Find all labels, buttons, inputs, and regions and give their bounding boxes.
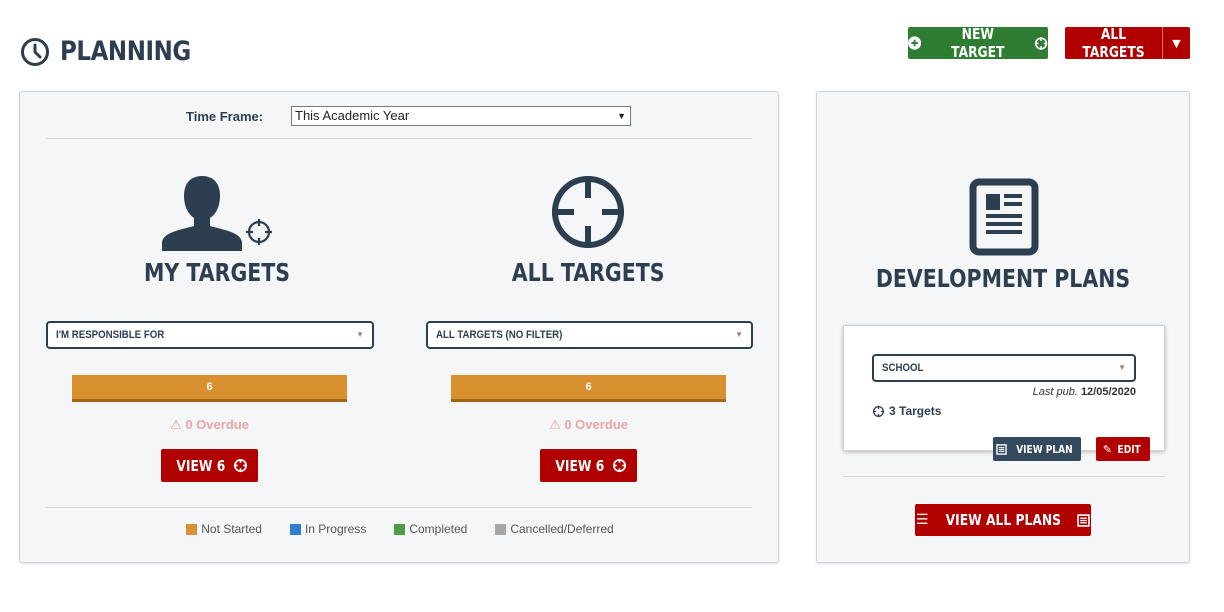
document-small-icon — [1077, 513, 1090, 527]
timeframe-select[interactable]: This Academic Year ▼ — [291, 106, 631, 126]
select-arrow-icon: ▼ — [356, 330, 364, 339]
legend-label: In Progress — [304, 522, 367, 536]
all-targets-main[interactable]: ALL TARGETS — [1065, 25, 1162, 61]
all-targets-filter-value: ALL TARGETS (NO FILTER) — [436, 329, 563, 341]
crosshair-icon — [233, 458, 247, 473]
view-all-plans-button[interactable]: ☰ VIEW ALL PLANS — [915, 504, 1091, 536]
caret-down-icon[interactable]: ▼ — [1163, 27, 1190, 59]
legend-item-not-started: Not Started — [186, 522, 262, 536]
view-my-targets-label: VIEW 6 — [176, 456, 226, 475]
legend-swatch — [495, 523, 507, 535]
plan-targets-count-text: 3 Targets — [889, 404, 942, 418]
crosshair-icon — [1034, 36, 1048, 50]
my-targets-progress-bar[interactable]: 6 — [72, 375, 347, 402]
plan-select[interactable]: SCHOOL ▼ — [872, 354, 1136, 382]
clock-icon — [21, 37, 49, 66]
legend-item-cancelled-deferred: Cancelled/Deferred — [495, 522, 614, 536]
plan-targets-count: 3 Targets — [872, 404, 941, 418]
targets-panel: Time Frame: This Academic Year ▼ MY TARG… — [19, 91, 779, 563]
list-icon: ☰ — [915, 512, 929, 528]
last-pub-date: 12/05/2020 — [1080, 386, 1136, 398]
last-pub-label: Last pub. — [1032, 386, 1078, 398]
divider — [46, 138, 752, 139]
edit-plan-label: EDIT — [1117, 442, 1141, 456]
legend-item-completed: Completed — [394, 522, 467, 536]
plan-select-value: SCHOOL — [882, 362, 924, 374]
timeframe-row: Time Frame: This Academic Year ▼ — [20, 106, 780, 128]
select-arrow-icon: ▼ — [617, 111, 626, 121]
page-title: PLANNING — [60, 36, 191, 67]
user-target-icon — [162, 176, 272, 251]
timeframe-value: This Academic Year — [295, 108, 410, 123]
crosshair-icon — [872, 405, 885, 417]
development-plans-panel: DEVELOPMENT PLANS SCHOOL ▼ Last pub. 12/… — [816, 91, 1190, 563]
all-targets-overdue-text: 0 Overdue — [564, 417, 628, 432]
all-targets-overdue: ⚠ 0 Overdue — [451, 417, 726, 433]
legend-swatch — [394, 523, 406, 535]
all-targets-filter-select[interactable]: ALL TARGETS (NO FILTER) ▼ — [426, 321, 753, 349]
document-icon — [969, 178, 1039, 256]
warning-icon: ⚠ — [549, 417, 561, 432]
plus-circle-icon — [908, 36, 922, 50]
plan-card: SCHOOL ▼ Last pub. 12/05/2020 3 Targets … — [843, 325, 1165, 461]
all-targets-progress-count: 6 — [585, 381, 592, 393]
timeframe-label: Time Frame: — [186, 109, 264, 124]
select-arrow-icon: ▼ — [1118, 363, 1126, 372]
new-target-button[interactable]: NEW TARGET — [908, 25, 1048, 61]
my-targets-filter-value: I'M RESPONSIBLE FOR — [56, 329, 165, 341]
legend-swatch — [289, 523, 301, 535]
pencil-icon: ✎ — [1102, 442, 1112, 456]
edit-plan-button[interactable]: ✎ EDIT — [1096, 437, 1150, 461]
warning-icon: ⚠ — [170, 417, 182, 432]
development-plans-title: DEVELOPMENT PLANS — [875, 264, 1131, 293]
my-targets-filter-select[interactable]: I'M RESPONSIBLE FOR ▼ — [46, 321, 374, 349]
my-targets-overdue: ⚠ 0 Overdue — [72, 417, 347, 433]
view-plan-button[interactable]: VIEW PLAN — [993, 437, 1081, 461]
view-plan-label: VIEW PLAN — [1015, 442, 1073, 456]
my-targets-progress-count: 6 — [206, 381, 213, 393]
legend-label: Cancelled/Deferred — [510, 522, 614, 536]
divider — [843, 476, 1165, 477]
legend-item-in-progress: In Progress — [289, 522, 367, 536]
crosshair-large-icon — [552, 176, 624, 248]
my-targets-title: MY TARGETS — [143, 258, 291, 287]
legend-label: Not Started — [201, 522, 262, 536]
legend-label: Completed — [409, 522, 468, 536]
last-published: Last pub. 12/05/2020 — [1033, 386, 1136, 398]
divider — [46, 507, 752, 508]
view-my-targets-button[interactable]: VIEW 6 — [161, 449, 258, 482]
select-arrow-icon: ▼ — [735, 330, 743, 339]
view-all-targets-label: VIEW 6 — [555, 456, 605, 475]
all-targets-progress-bar[interactable]: 6 — [451, 375, 726, 402]
view-all-targets-button[interactable]: VIEW 6 — [540, 449, 637, 482]
my-targets-overdue-text: 0 Overdue — [185, 417, 249, 432]
all-targets-title: ALL TARGETS — [511, 258, 665, 287]
view-all-plans-label: VIEW ALL PLANS — [946, 511, 1062, 529]
document-small-icon — [995, 443, 1007, 455]
crosshair-icon — [612, 458, 626, 473]
page-header: PLANNING — [20, 36, 214, 67]
all-targets-label: ALL TARGETS — [1082, 25, 1145, 61]
new-target-label: NEW TARGET — [951, 25, 1005, 61]
status-legend: Not Started In Progress Completed Cancel… — [20, 522, 780, 536]
legend-swatch — [186, 523, 198, 535]
all-targets-dropdown-button[interactable]: ALL TARGETS ▼ — [1065, 25, 1190, 61]
